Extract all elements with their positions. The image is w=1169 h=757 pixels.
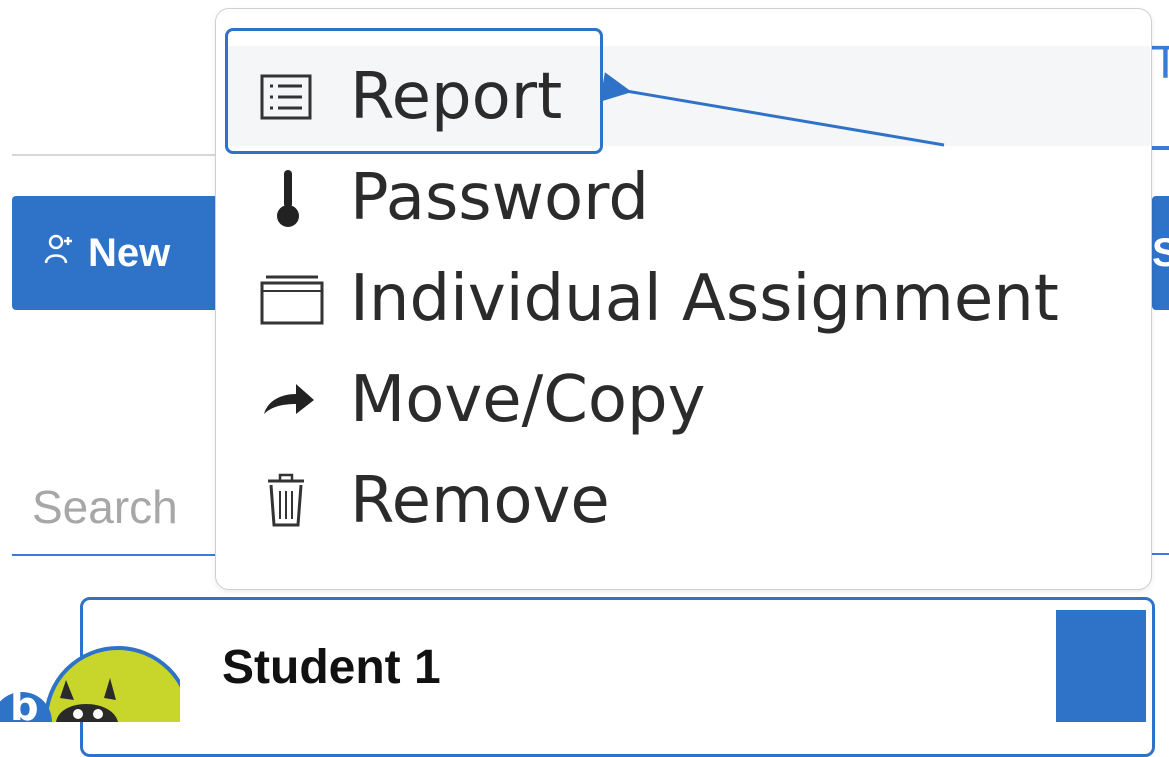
annotation-arrow bbox=[599, 72, 945, 147]
